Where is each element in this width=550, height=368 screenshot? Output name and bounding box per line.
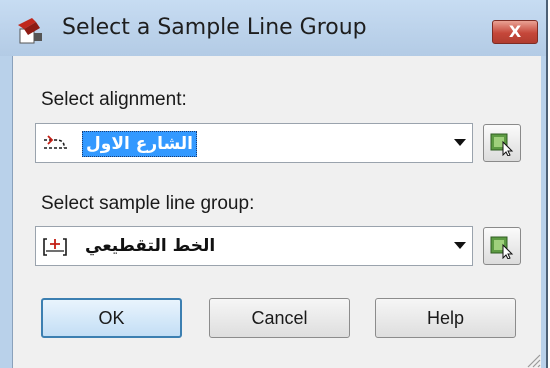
- sample-line-icon: [43, 238, 67, 256]
- ok-button[interactable]: OK: [41, 298, 182, 338]
- sample-line-group-selected-value: الخط التقطيعي: [85, 236, 216, 256]
- dialog-content: Select alignment: الشارع الاول Select sa…: [12, 56, 541, 368]
- alignment-select[interactable]: الشارع الاول: [35, 123, 473, 163]
- chevron-down-icon[interactable]: [454, 139, 466, 146]
- dialog-title: Select a Sample Line Group: [62, 15, 367, 40]
- title-bar[interactable]: Select a Sample Line Group X: [0, 0, 546, 56]
- dialog-window: Select a Sample Line Group X Select alig…: [0, 0, 548, 368]
- close-button[interactable]: X: [492, 20, 538, 44]
- cancel-button[interactable]: Cancel: [209, 298, 350, 338]
- pick-alignment-button[interactable]: [483, 124, 521, 162]
- pick-sample-line-group-button[interactable]: [483, 227, 521, 265]
- resize-grip-icon[interactable]: [523, 350, 541, 368]
- sample-line-group-select[interactable]: الخط التقطيعي: [35, 226, 473, 266]
- alignment-icon: [44, 135, 68, 149]
- chevron-down-icon[interactable]: [454, 242, 466, 249]
- alignment-label: Select alignment:: [41, 89, 187, 110]
- sample-line-group-label: Select sample line group:: [41, 193, 255, 214]
- pick-from-drawing-icon: [490, 133, 514, 156]
- help-button[interactable]: Help: [375, 298, 516, 338]
- alignment-selected-value: الشارع الاول: [82, 131, 198, 157]
- civil3d-app-icon: [18, 18, 42, 44]
- pick-from-drawing-icon: [490, 236, 514, 259]
- close-icon: X: [508, 22, 522, 41]
